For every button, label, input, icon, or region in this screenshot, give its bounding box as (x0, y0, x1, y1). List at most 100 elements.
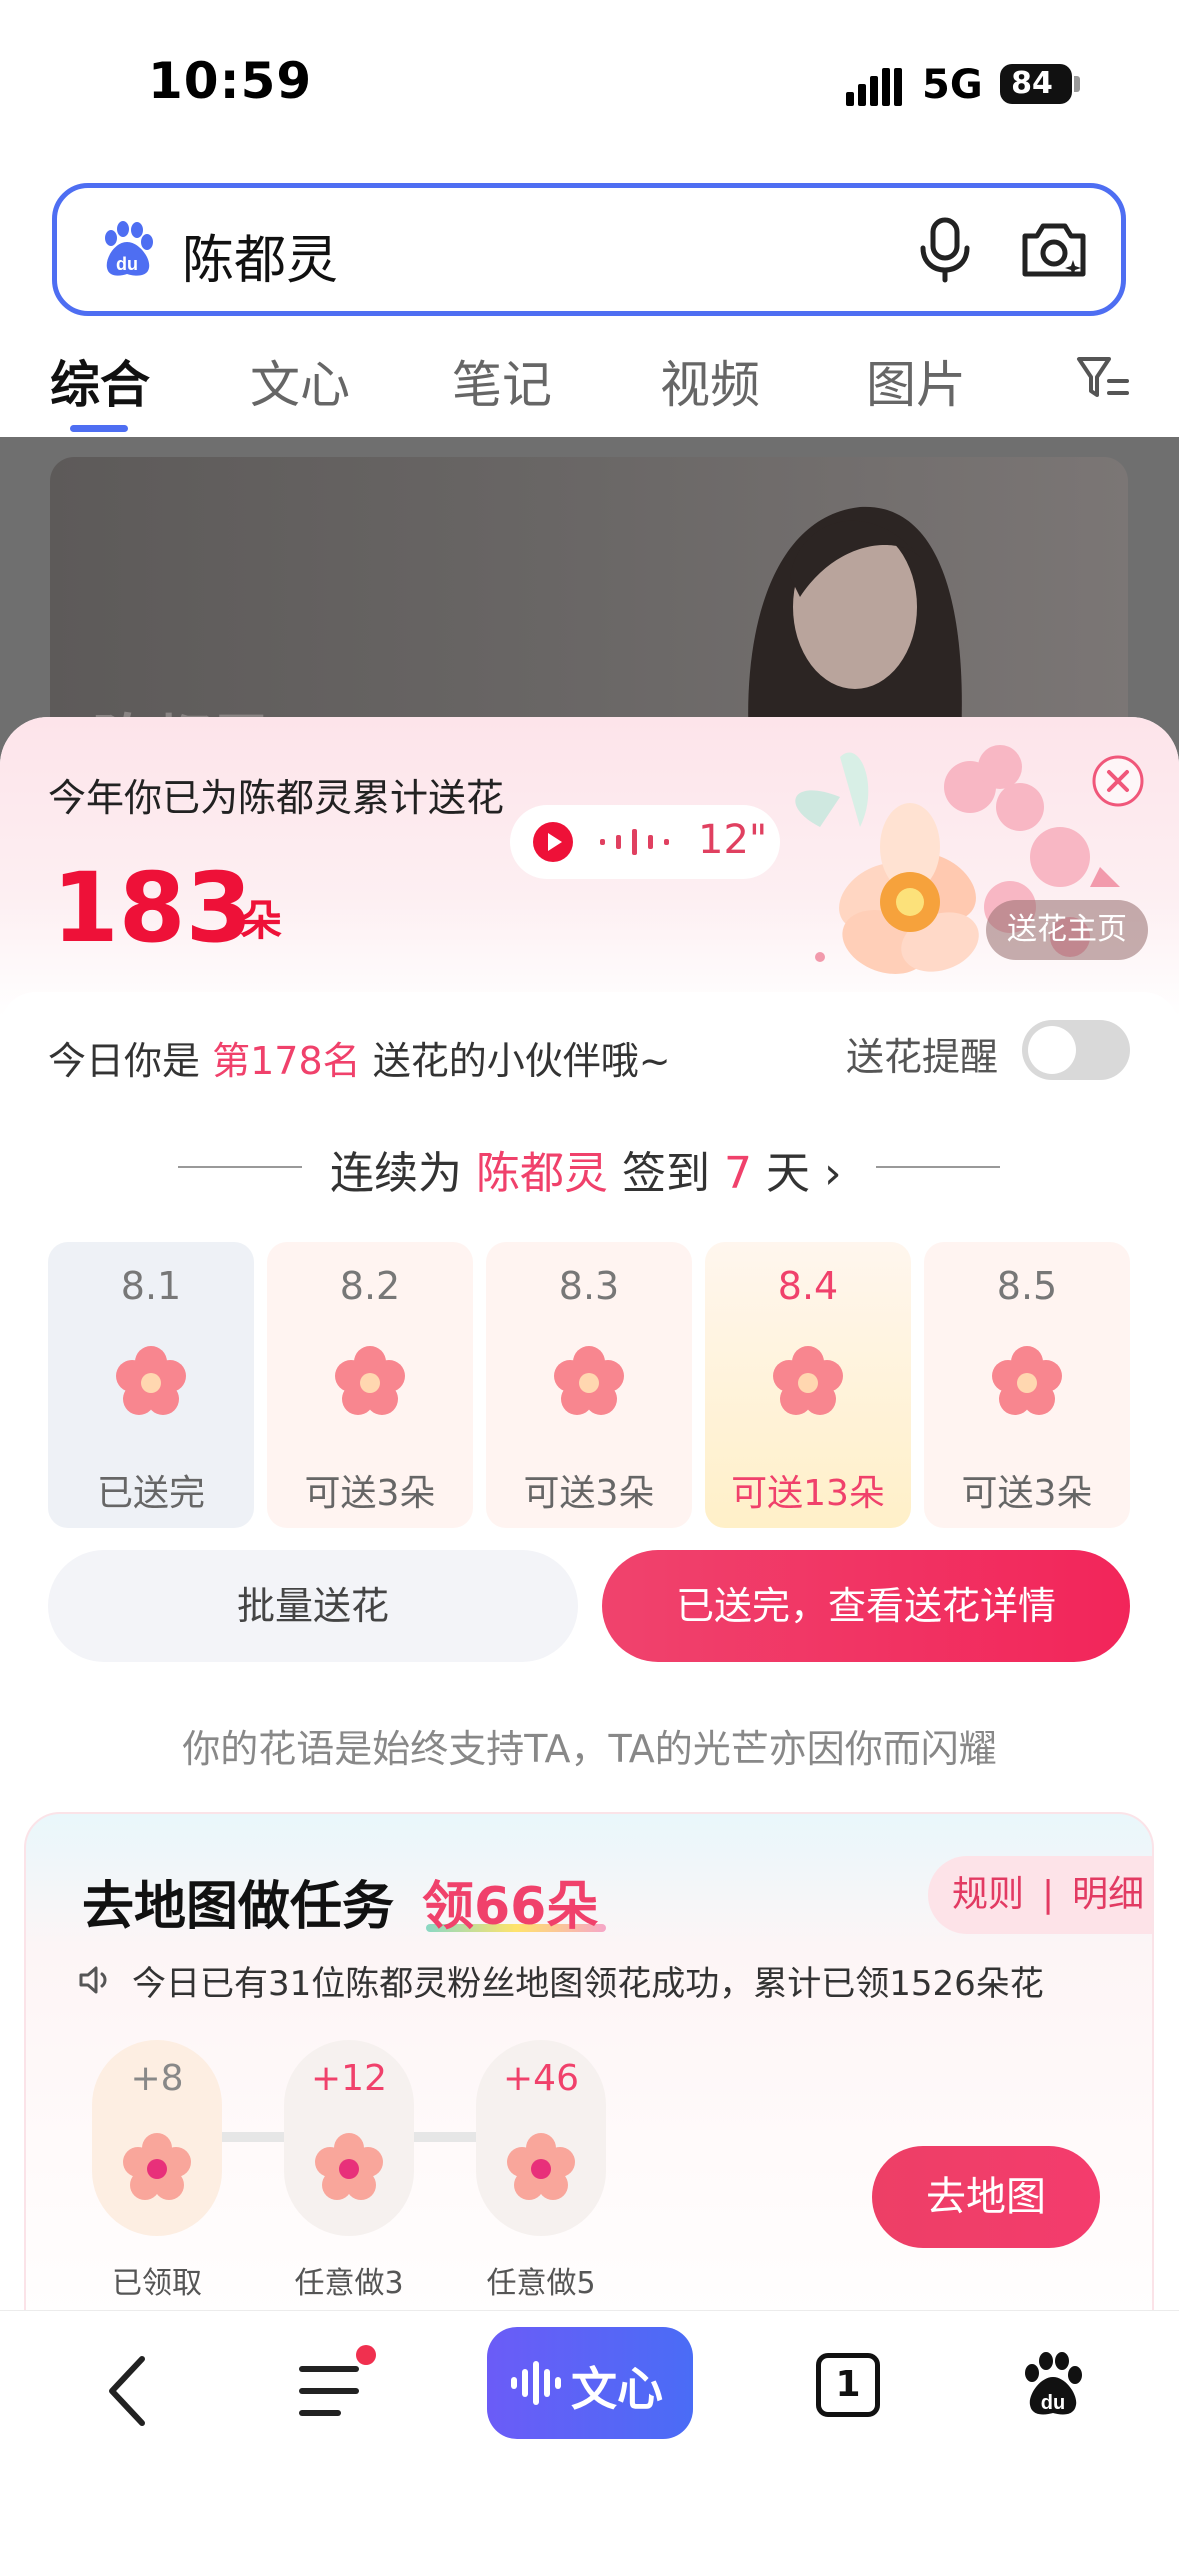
total-flower-count: 183 (52, 852, 253, 964)
map-task-card: 去地图做任务 领66朵 规则 | 明细 今日已有31位陈都灵粉丝地图领花成功，累计已… (24, 1812, 1154, 2372)
tab-notes[interactable]: 笔记 (452, 345, 552, 417)
reminder-label: 送花提醒 (846, 1035, 999, 1079)
day-status: 已送完 (96, 1473, 205, 1514)
reward-caption: 已领取 (112, 2266, 202, 2301)
speaker-icon (79, 1966, 107, 1994)
task-reward: 领66朵 (422, 1877, 599, 1937)
day-card[interactable]: 8.2 可送3朵 (267, 1242, 473, 1528)
streak-suffix: 天 (766, 1148, 810, 1199)
notification-dot (356, 2345, 376, 2365)
filter-icon[interactable] (1075, 353, 1131, 403)
rank-prefix: 今日你是 (48, 1039, 201, 1083)
signal-icon (846, 68, 902, 106)
tab-images[interactable]: 图片 (866, 345, 966, 417)
voice-duration: 12" (698, 817, 768, 863)
status-time: 10:59 (148, 52, 313, 110)
reward-value: +12 (311, 2058, 387, 2099)
play-icon (533, 822, 573, 862)
send-details-button[interactable]: 已送完，查看送花详情 (602, 1550, 1130, 1662)
go-to-map-button[interactable]: 去地图 (872, 2146, 1100, 2248)
wenxin-wave-icon (511, 2361, 561, 2405)
day-date: 8.4 (777, 1264, 839, 1308)
day-status: 可送3朵 (961, 1473, 1093, 1514)
flower-sheet: 今年你已为陈都灵累计送花 183 朵 12" 送花主页 今日你是 第178名 送… (0, 717, 1179, 2556)
day-date: 8.1 (120, 1264, 182, 1308)
reminder-toggle[interactable] (1022, 1020, 1130, 1080)
flower-home-button[interactable]: 送花主页 (986, 900, 1148, 960)
search-tabs: 综合 文心 笔记 视频 图片 (0, 345, 1179, 435)
flower-icon (773, 1346, 843, 1415)
battery-cap (1074, 76, 1080, 92)
tab-wenxin[interactable]: 文心 (250, 345, 350, 417)
flower-motto: 你的花语是始终支持TA，TA的光芒亦因你而闪耀 (182, 1727, 997, 1771)
search-box[interactable]: du 陈都灵 (52, 183, 1126, 316)
menu-icon[interactable] (298, 2359, 370, 2423)
streak-name: 陈都灵 (476, 1148, 608, 1199)
network-type: 5G (922, 62, 983, 108)
microphone-icon[interactable] (917, 216, 973, 284)
status-bar: 10:59 5G 84 (0, 0, 1179, 150)
rules-details-tab[interactable]: 规则 | 明细 (928, 1856, 1152, 1934)
reward-value: +8 (130, 2058, 184, 2099)
toggle-knob (1028, 1026, 1076, 1074)
streak-text: 连续为 陈都灵 签到 7 天 › (330, 1137, 842, 1201)
tab-video[interactable]: 视频 (660, 345, 760, 417)
baidu-paw-icon: du (105, 221, 153, 276)
flower-bouquet-illustration (795, 745, 1120, 974)
reward-step: +8 (92, 2040, 222, 2236)
rules-link[interactable]: 规则 (952, 1874, 1024, 1915)
batch-send-button[interactable]: 批量送花 (48, 1550, 578, 1662)
hero-card: 陈都灵 (50, 457, 1128, 757)
wenxin-button[interactable]: 文心 (487, 2327, 693, 2439)
flower-icon (315, 2133, 383, 2200)
rank-suffix: 送花的小伙伴哦~ (372, 1039, 671, 1083)
checkin-streak[interactable]: 连续为 陈都灵 签到 7 天 › (0, 1132, 1179, 1202)
divider-line (876, 1166, 1000, 1168)
active-tab-indicator (70, 425, 128, 432)
flower-icon (123, 2133, 191, 2200)
day-status: 可送3朵 (304, 1473, 436, 1514)
day-date: 8.3 (558, 1264, 620, 1308)
flower-icon (992, 1346, 1062, 1415)
wenxin-label: 文心 (571, 2362, 663, 2416)
svg-text:du: du (1041, 2392, 1065, 2414)
separator: | (1042, 1874, 1055, 1915)
svg-text:du: du (116, 254, 138, 274)
tabs-count-button[interactable]: 1 (816, 2353, 880, 2417)
search-input[interactable]: 陈都灵 (182, 218, 338, 293)
battery-icon: 84 (1000, 64, 1072, 104)
day-date: 8.5 (996, 1264, 1058, 1308)
day-card[interactable]: 8.1 已送完 (48, 1242, 254, 1528)
streak-prefix: 连续为 (330, 1148, 462, 1199)
close-icon[interactable] (1090, 753, 1146, 809)
chevron-right-icon: › (824, 1148, 842, 1199)
reward-value: +46 (503, 2058, 579, 2099)
total-flower-unit: 朵 (240, 896, 283, 945)
reward-caption: 任意做5 (486, 2266, 596, 2301)
celebrity-photo (748, 506, 962, 757)
step-connector (414, 2132, 476, 2142)
task-notice: 今日已有31位陈都灵粉丝地图领花成功，累计已领1526朵花 (132, 1964, 1044, 2004)
step-connector (222, 2132, 284, 2142)
audio-wave-icon (600, 829, 669, 855)
voice-message[interactable]: 12" (510, 805, 780, 879)
bottom-navigation: 文心 1 du (0, 2310, 1179, 2556)
reward-step: +12 (284, 2040, 414, 2236)
total-label: 今年你已为陈都灵累计送花 (48, 776, 505, 820)
baidu-home-icon[interactable]: du (1018, 2349, 1088, 2419)
day-card[interactable]: 8.3 可送3朵 (486, 1242, 692, 1528)
day-card[interactable]: 8.5 可送3朵 (924, 1242, 1130, 1528)
reward-step: +46 (476, 2040, 606, 2236)
day-date: 8.2 (339, 1264, 401, 1308)
sheet-header: 今年你已为陈都灵累计送花 183 朵 12" 送花主页 (0, 717, 1179, 1017)
camera-search-icon[interactable] (1019, 218, 1089, 280)
flower-icon (507, 2133, 575, 2200)
details-link[interactable]: 明细 (1072, 1874, 1144, 1915)
tab-comprehensive[interactable]: 综合 (50, 345, 150, 417)
back-icon[interactable] (100, 2353, 156, 2429)
flower-icon (116, 1346, 186, 1415)
day-card-today[interactable]: 8.4 可送13朵 (705, 1242, 911, 1528)
reward-caption: 任意做3 (294, 2266, 404, 2301)
flower-icon (335, 1346, 405, 1415)
flower-icon (554, 1346, 624, 1415)
